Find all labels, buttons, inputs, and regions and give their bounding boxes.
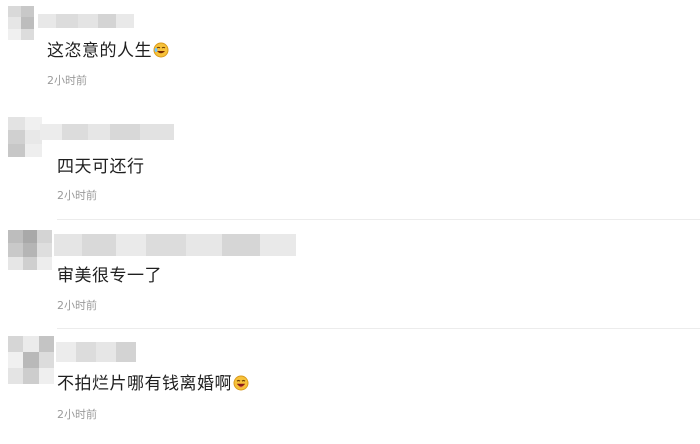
comment-text: 不拍烂片哪有钱离婚啊 bbox=[57, 373, 249, 397]
grinning-face-icon bbox=[233, 375, 249, 397]
comment-item: 不拍烂片哪有钱离婚啊 2小时前 bbox=[0, 0, 700, 444]
avatar[interactable] bbox=[8, 336, 54, 384]
comment-time: 2小时前 bbox=[57, 408, 97, 421]
username-pixelated[interactable] bbox=[56, 342, 136, 362]
